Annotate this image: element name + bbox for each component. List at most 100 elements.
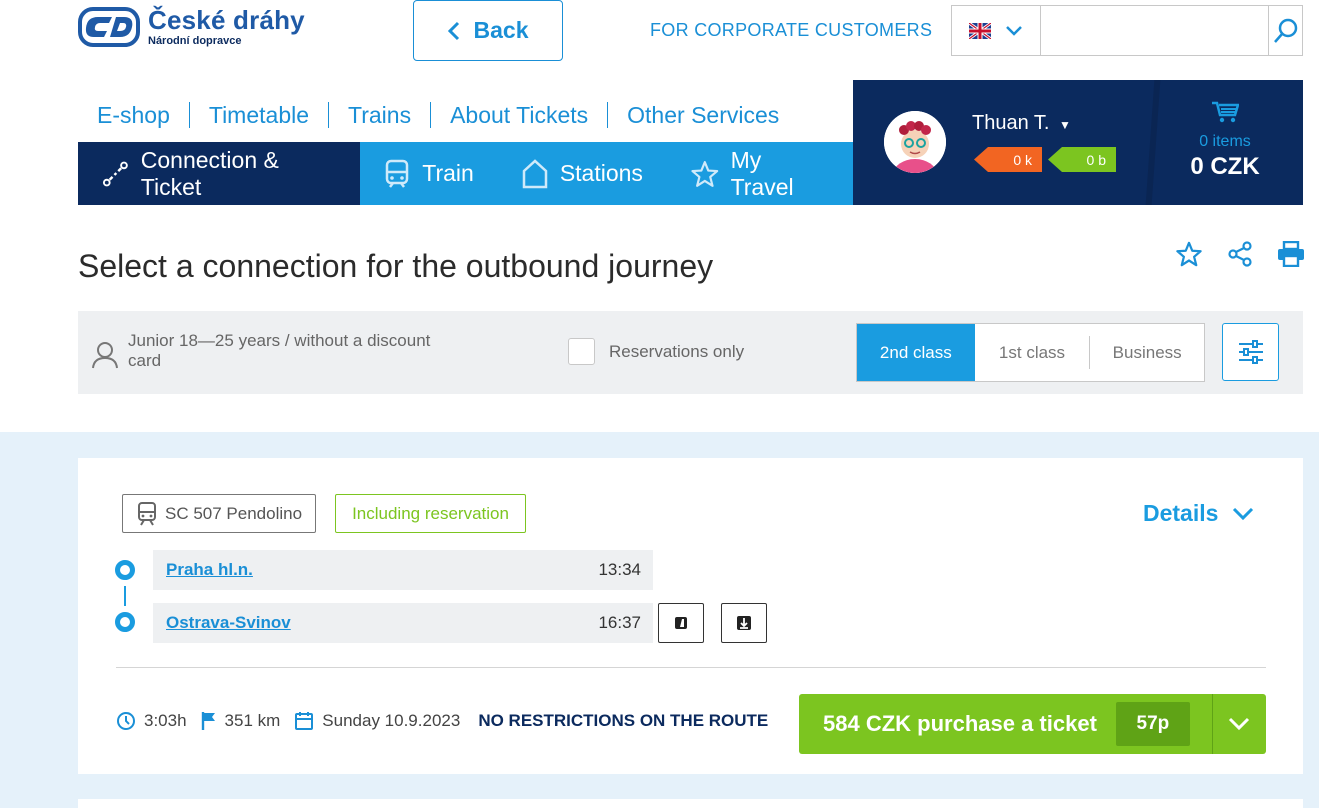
reservations-only-checkbox[interactable] <box>568 338 595 365</box>
nav-eshop[interactable]: E-shop <box>78 102 189 128</box>
tab-stations-label: Stations <box>559 160 643 186</box>
arrival-station-link[interactable]: Ostrava-Svinov <box>166 613 291 633</box>
calendar-icon <box>295 712 314 730</box>
platform-info-button[interactable] <box>658 603 704 643</box>
nav-other-services[interactable]: Other Services <box>607 102 798 128</box>
tab-my-travel[interactable]: My Travel <box>667 142 853 205</box>
sliders-icon <box>1238 340 1263 364</box>
reservations-only-label: Reservations only <box>609 341 745 361</box>
purchase-ticket-button[interactable]: 584 CZK purchase a ticket 57p <box>799 694 1266 754</box>
back-label: Back <box>473 17 529 43</box>
reservation-tag: Including reservation <box>335 494 526 533</box>
filter-settings-button[interactable] <box>1222 323 1279 381</box>
tab-connection-ticket[interactable]: Connection & Ticket <box>78 142 361 205</box>
class-1st-button[interactable]: 1st class <box>975 324 1090 381</box>
details-label: Details <box>1143 500 1219 526</box>
nav-about-tickets[interactable]: About Tickets <box>430 102 607 128</box>
cart-items-count: 0 items <box>1199 133 1251 150</box>
language-selector[interactable] <box>951 5 1041 56</box>
chevron-left-icon <box>447 21 459 40</box>
brand-subtitle: Národní dopravce <box>148 35 242 47</box>
journey-meta: 3:03h 351 km Sunday 10.9.2023 NO RESTRIC… <box>116 711 768 731</box>
user-menu[interactable]: Thuan T. ▼ <box>972 112 1071 135</box>
date-value: Sunday 10.9.2023 <box>322 711 461 730</box>
search-box <box>1040 5 1303 56</box>
duration: 3:03h <box>116 711 187 731</box>
departure-row: Praha hl.n. 13:34 <box>153 550 653 590</box>
passenger-label: Junior 18—25 years / without a discount … <box>128 331 431 370</box>
chevron-down-icon <box>1229 717 1250 731</box>
chevron-down-icon <box>1006 25 1022 36</box>
arrival-time: 16:37 <box>598 613 641 632</box>
departure-station-link[interactable]: Praha hl.n. <box>166 560 253 580</box>
caret-down-icon: ▼ <box>1059 118 1071 132</box>
tab-connection-label: Connection & Ticket <box>140 146 279 200</box>
card-divider <box>116 667 1266 668</box>
details-toggle[interactable]: Details <box>1143 500 1254 527</box>
passenger-selector[interactable]: Junior 18—25 years / without a discount … <box>92 331 458 371</box>
share-icon <box>1228 241 1252 267</box>
share-button[interactable] <box>1226 240 1254 268</box>
purchase-label: 584 CZK purchase a ticket <box>823 711 1097 736</box>
brand-name: České dráhy <box>148 5 305 35</box>
nav-timetable[interactable]: Timetable <box>188 102 328 128</box>
route-line <box>124 586 126 606</box>
person-icon <box>92 342 118 369</box>
user-avatar[interactable] <box>884 111 946 173</box>
reservations-only-option[interactable]: Reservations only <box>568 338 744 365</box>
departure-time: 13:34 <box>598 560 641 579</box>
chevron-down-icon <box>1233 507 1254 520</box>
tab-stations[interactable]: Stations <box>498 142 667 205</box>
train-tag: SC 507 Pendolino <box>122 494 316 533</box>
class-2nd-button[interactable]: 2nd class <box>857 324 975 381</box>
tab-train-label: Train <box>422 160 474 186</box>
search-button[interactable] <box>1268 6 1302 55</box>
train-icon <box>386 159 409 188</box>
uk-flag-icon <box>969 22 991 39</box>
kredit-badge: 0 k <box>974 147 1042 172</box>
info-box-icon <box>737 616 751 630</box>
printer-icon <box>1278 241 1304 267</box>
class-business-button[interactable]: Business <box>1089 336 1204 369</box>
half-square-icon <box>675 617 687 629</box>
favorite-button[interactable] <box>1175 240 1203 268</box>
search-input[interactable] <box>1041 6 1268 55</box>
route-restrictions: NO RESTRICTIONS ON THE ROUTE <box>478 711 769 730</box>
bonus-badge: 0 b <box>1048 147 1116 172</box>
search-icon <box>1273 18 1297 43</box>
star-outline-icon <box>1176 241 1202 267</box>
print-button[interactable] <box>1277 240 1305 268</box>
duration-value: 3:03h <box>144 711 187 730</box>
station-icon <box>522 158 548 188</box>
class-selector: 2nd class 1st class Business <box>856 323 1205 382</box>
route-icon <box>102 161 128 186</box>
train-icon <box>138 501 156 526</box>
tab-train[interactable]: Train <box>360 142 498 205</box>
clock-icon <box>117 712 135 730</box>
shopping-cart[interactable]: 0 items 0 CZK <box>1160 100 1290 181</box>
station-info-button[interactable] <box>721 603 767 643</box>
flag-icon <box>201 712 215 730</box>
distance-value: 351 km <box>224 711 281 730</box>
purchase-options-toggle[interactable] <box>1213 717 1266 731</box>
arrival-dot <box>115 612 135 632</box>
back-button[interactable]: Back <box>413 0 563 61</box>
points-badge: 57p <box>1115 702 1190 746</box>
user-name: Thuan T. <box>972 112 1050 134</box>
cd-logo-icon <box>78 7 140 47</box>
arrival-row: Ostrava-Svinov 16:37 <box>153 603 653 643</box>
star-icon <box>691 160 719 187</box>
train-name: SC 507 Pendolino <box>165 503 303 523</box>
tab-my-travel-label: My Travel <box>730 146 794 200</box>
avatar-image <box>884 111 946 173</box>
distance: 351 km <box>201 711 281 731</box>
page-title: Select a connection for the outbound jou… <box>78 248 714 284</box>
departure-dot <box>115 560 135 580</box>
main-navigation: Connection & Ticket Train Stations My Tr… <box>78 142 853 205</box>
cd-logo[interactable]: České dráhy Národní dopravce <box>78 2 318 52</box>
corporate-customers-link[interactable]: FOR CORPORATE CUSTOMERS <box>650 20 932 41</box>
next-connection-card <box>78 799 1303 808</box>
nav-trains[interactable]: Trains <box>328 102 430 128</box>
cart-icon <box>1212 101 1240 123</box>
top-navigation: E-shop Timetable Trains About Tickets Ot… <box>78 102 798 128</box>
